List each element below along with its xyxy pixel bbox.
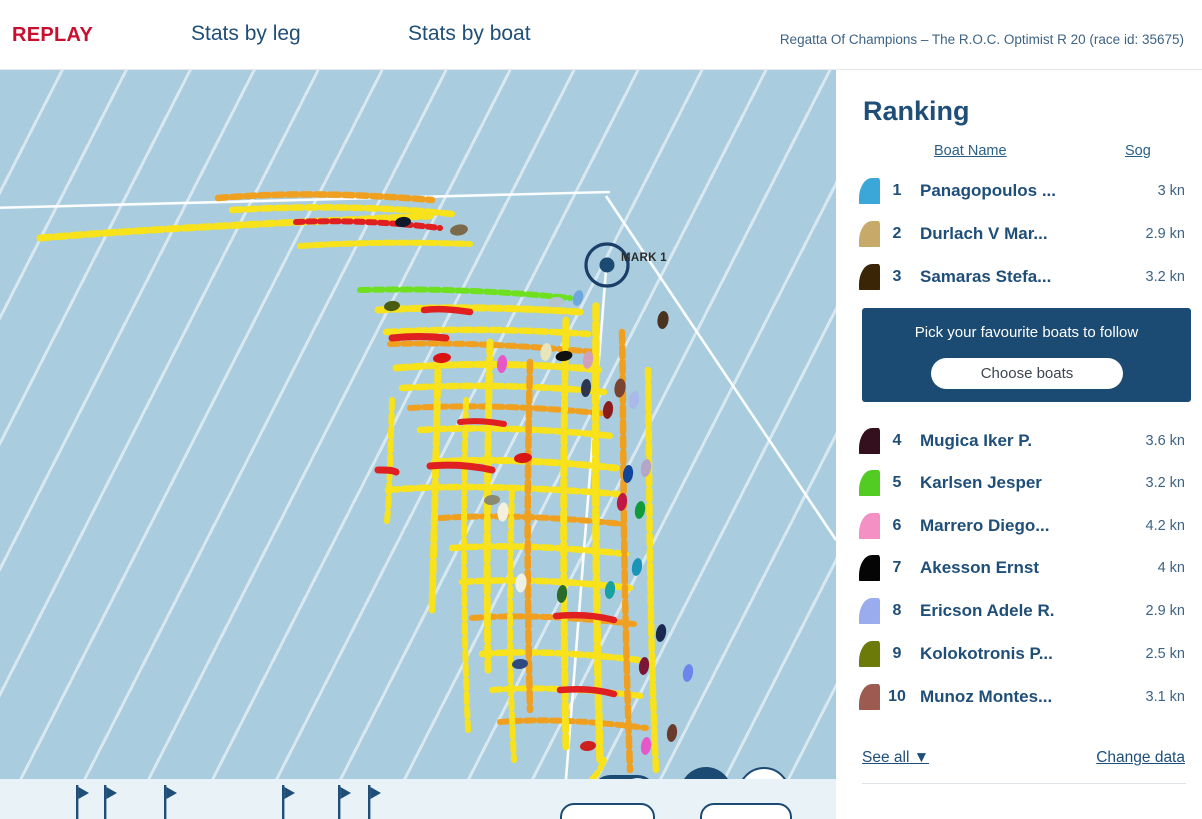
boat-name[interactable]: Karlsen Jesper bbox=[920, 473, 1118, 493]
boat-sog: 3 kn bbox=[1157, 183, 1185, 199]
tab-stats-by-boat[interactable]: Stats by boat bbox=[408, 22, 531, 46]
boat-sog: 4 kn bbox=[1157, 560, 1185, 576]
boat-sail-icon bbox=[859, 178, 880, 204]
table-row[interactable]: 1 Panagopoulos ... 3 kn bbox=[836, 170, 1202, 212]
timeline-control-left[interactable] bbox=[560, 803, 655, 819]
favourite-boats-box: Pick your favourite boats to follow Choo… bbox=[862, 308, 1191, 402]
rank-position: 1 bbox=[892, 182, 902, 199]
boat-name[interactable]: Samaras Stefa... bbox=[920, 267, 1118, 287]
replay-app: REPLAY Stats by leg Stats by boat Regatt… bbox=[0, 0, 1202, 819]
boat-name[interactable]: Akesson Ernst bbox=[920, 558, 1118, 578]
column-header-sog[interactable]: Sog bbox=[1125, 143, 1151, 159]
boat-sog: 2.5 kn bbox=[1145, 646, 1186, 662]
rank-position: 4 bbox=[892, 432, 902, 449]
race-map[interactable]: MARK 1 color tail SOG VMG bbox=[0, 70, 836, 779]
replay-timeline[interactable]: Speed bbox=[0, 779, 836, 819]
table-row[interactable]: 10 Munoz Montes... 3.1 kn bbox=[836, 676, 1202, 718]
boat-name[interactable]: Kolokotronis P... bbox=[920, 644, 1118, 664]
boat-name[interactable]: Munoz Montes... bbox=[920, 687, 1118, 707]
favourite-boats-prompt: Pick your favourite boats to follow bbox=[914, 324, 1139, 341]
race-title: Regatta Of Champions – The R.O.C. Optimi… bbox=[779, 32, 1184, 47]
timeline-flag[interactable] bbox=[338, 785, 354, 819]
table-row[interactable]: 7 Akesson Ernst 4 kn bbox=[836, 547, 1202, 589]
boat-sog: 3.1 kn bbox=[1145, 689, 1186, 705]
boat-sail-icon bbox=[859, 428, 880, 454]
table-row[interactable]: 4 Mugica Iker P. 3.6 kn bbox=[836, 420, 1202, 462]
boat-sail-icon bbox=[859, 513, 880, 539]
timeline-flag[interactable] bbox=[282, 785, 298, 819]
table-row[interactable]: 2 Durlach V Mar... 2.9 kn bbox=[836, 213, 1202, 255]
rank-position: 7 bbox=[892, 559, 902, 576]
ranking-panel: Ranking Boat Name Sog 1 Panagopoulos ...… bbox=[836, 70, 1202, 819]
boat-trails bbox=[36, 191, 660, 779]
table-row[interactable]: 8 Ericson Adele R. 2.9 kn bbox=[836, 590, 1202, 632]
ranking-title: Ranking bbox=[863, 96, 970, 126]
map-canvas bbox=[0, 190, 836, 779]
rank-position: 3 bbox=[892, 268, 902, 285]
boat-sog: 3.2 kn bbox=[1145, 475, 1186, 491]
mark1-label: MARK 1 bbox=[621, 252, 667, 264]
tab-stats-by-leg[interactable]: Stats by leg bbox=[191, 22, 301, 46]
timeline-flag[interactable] bbox=[76, 785, 92, 819]
boat-sog: 2.9 kn bbox=[1145, 226, 1186, 242]
choose-boats-button[interactable]: Choose boats bbox=[931, 358, 1123, 389]
boat-name[interactable]: Durlach V Mar... bbox=[920, 224, 1118, 244]
timeline-control-right[interactable] bbox=[700, 803, 792, 819]
timeline-flag[interactable] bbox=[104, 785, 120, 819]
timeline-flag[interactable] bbox=[164, 785, 180, 819]
rank-position: 8 bbox=[892, 602, 902, 619]
rank-position: 5 bbox=[892, 474, 902, 491]
boat-sail-icon bbox=[859, 221, 880, 247]
rank-position: 10 bbox=[888, 688, 906, 705]
see-all-link[interactable]: See all ▼ bbox=[862, 749, 929, 767]
boat-name[interactable]: Panagopoulos ... bbox=[920, 181, 1118, 201]
timeline-flag[interactable] bbox=[368, 785, 384, 819]
rank-position: 2 bbox=[892, 225, 902, 242]
table-row[interactable]: 5 Karlsen Jesper 3.2 kn bbox=[836, 462, 1202, 504]
boat-name[interactable]: Marrero Diego... bbox=[920, 516, 1118, 536]
boat-sail-icon bbox=[859, 641, 880, 667]
boat-name[interactable]: Mugica Iker P. bbox=[920, 431, 1118, 451]
rank-position: 6 bbox=[892, 517, 902, 534]
boat-sail-icon bbox=[859, 684, 880, 710]
table-row[interactable]: 9 Kolokotronis P... 2.5 kn bbox=[836, 633, 1202, 675]
change-data-link[interactable]: Change data bbox=[1096, 749, 1185, 767]
panel-divider bbox=[862, 783, 1186, 784]
boat-sail-icon bbox=[859, 598, 880, 624]
rank-position: 9 bbox=[892, 645, 902, 662]
boat-sail-icon bbox=[859, 470, 880, 496]
table-row[interactable]: 6 Marrero Diego... 4.2 kn bbox=[836, 505, 1202, 547]
boat-sog: 2.9 kn bbox=[1145, 603, 1186, 619]
column-header-boat-name[interactable]: Boat Name bbox=[934, 143, 1007, 159]
boat-sog: 4.2 kn bbox=[1145, 518, 1186, 534]
app-header: REPLAY Stats by leg Stats by boat Regatt… bbox=[0, 0, 1202, 70]
boat-sail-icon bbox=[859, 264, 880, 290]
table-row[interactable]: 3 Samaras Stefa... 3.2 kn bbox=[836, 256, 1202, 298]
mark1-buoy bbox=[584, 242, 630, 288]
replay-logo[interactable]: REPLAY bbox=[12, 24, 93, 47]
boat-sog: 3.2 kn bbox=[1145, 269, 1186, 285]
boat-name[interactable]: Ericson Adele R. bbox=[920, 601, 1118, 621]
boat-sog: 3.6 kn bbox=[1145, 433, 1186, 449]
boat-sail-icon bbox=[859, 555, 880, 581]
